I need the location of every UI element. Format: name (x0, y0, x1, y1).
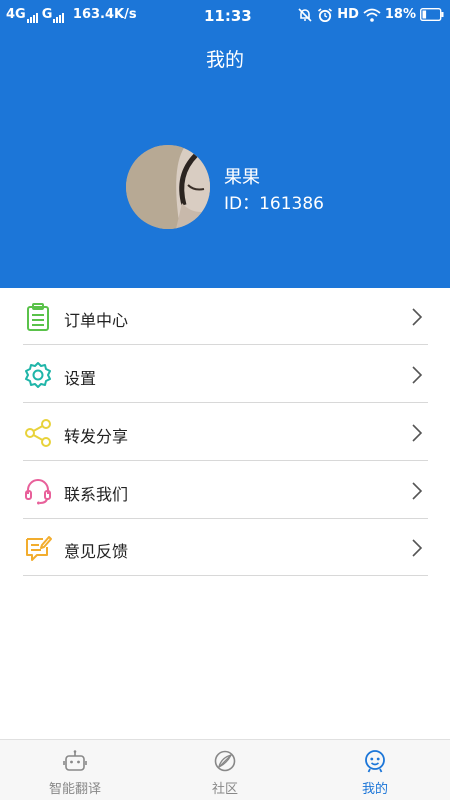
headset-icon (25, 479, 51, 505)
user-id: ID：161386 (224, 194, 324, 214)
tab-smart-translate[interactable]: 智能翻译 (0, 740, 150, 800)
tab-profile[interactable]: 我的 (300, 740, 450, 800)
tab-label: 智能翻译 (48, 782, 101, 797)
menu-item-settings[interactable]: 设置 (0, 346, 450, 403)
menu-item-label: 转发分享 (64, 427, 129, 446)
menu-item-label: 意见反馈 (64, 542, 129, 561)
divider (23, 575, 428, 576)
clipboard-icon (27, 303, 49, 331)
signal-icon-2 (53, 8, 65, 23)
profile-icon (365, 750, 385, 773)
user-name: 果果 (224, 167, 260, 188)
battery-percent: 18% (384, 7, 416, 22)
battery-icon (420, 8, 444, 21)
status-icons: HD 18% (297, 7, 444, 22)
divider (23, 402, 428, 403)
profile-header: 4G G 163.4K/s 11:33 HD 18% 我的 果果 ID：16138… (0, 0, 450, 288)
chevron-right-icon (412, 482, 423, 500)
tab-community[interactable]: 社区 (150, 740, 300, 800)
status-bar: 4G G 163.4K/s 11:33 HD 18% (0, 0, 450, 30)
clock: 11:33 (204, 7, 252, 25)
divider (23, 344, 428, 345)
page-title: 我的 (205, 49, 244, 71)
mute-bell-icon (298, 7, 312, 22)
tab-label: 我的 (361, 782, 388, 797)
menu-item-share[interactable]: 转发分享 (0, 404, 450, 461)
menu-item-label: 联系我们 (64, 485, 129, 504)
signal-icon (26, 8, 39, 23)
menu-item-label: 设置 (64, 369, 97, 388)
avatar-photo (126, 145, 210, 229)
gear-icon (25, 362, 51, 388)
menu-item-label: 订单中心 (64, 311, 129, 330)
carrier-label: G (41, 7, 53, 22)
network-type-label: 4G (6, 7, 26, 22)
chevron-right-icon (412, 424, 423, 442)
chevron-right-icon (412, 308, 423, 326)
avatar[interactable] (126, 145, 210, 229)
robot-icon (63, 750, 87, 771)
chevron-right-icon (412, 366, 423, 384)
wifi-icon (363, 8, 381, 22)
share-icon (25, 419, 51, 447)
menu-item-feedback[interactable]: 意见反馈 (0, 519, 450, 576)
bottom-nav: 智能翻译 社区 我的 (0, 739, 450, 800)
menu-item-contact[interactable]: 联系我们 (0, 462, 450, 519)
hd-label: HD (337, 7, 359, 22)
feedback-icon (26, 536, 52, 561)
community-icon (214, 750, 236, 772)
divider (23, 460, 428, 461)
alarm-icon (318, 7, 333, 22)
network-speed: 163.4K/s (72, 7, 137, 22)
menu-item-orders[interactable]: 订单中心 (0, 288, 450, 345)
chevron-right-icon (412, 539, 423, 557)
network-status: 4G G 163.4K/s (6, 7, 137, 23)
tab-label: 社区 (211, 782, 238, 797)
